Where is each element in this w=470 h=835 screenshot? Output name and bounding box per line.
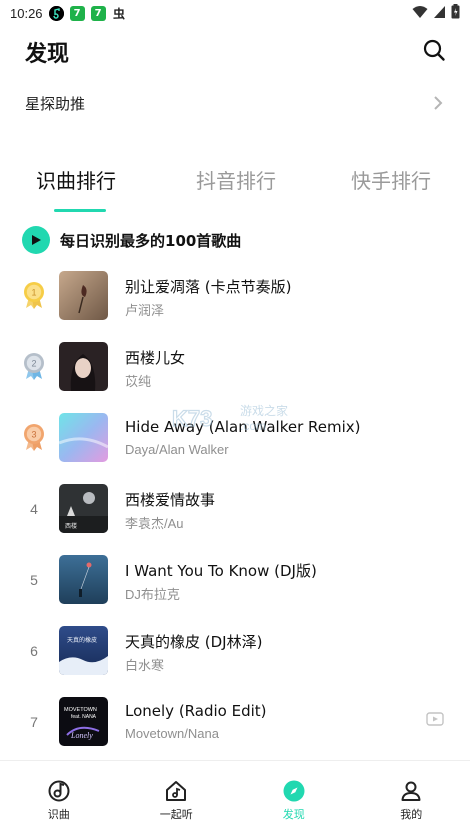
page-title: 发现 [25, 42, 70, 67]
bronze-medal-icon: 3 [24, 424, 44, 451]
svg-text:西楼: 西楼 [65, 522, 77, 530]
album-cover: MOVETOWN feat. NANA Lonely [59, 697, 108, 746]
mv-play-icon[interactable] [426, 712, 444, 726]
nav-label: 一起听 [159, 808, 193, 821]
rank-number: 5 [30, 572, 38, 588]
silver-medal-icon: 2 [24, 353, 44, 380]
song-title: Lonely (Radio Edit) [125, 702, 267, 720]
nav-item-listen-together[interactable]: 一起听 [118, 761, 236, 835]
song-artist: Daya/Alan Walker [125, 442, 229, 457]
album-cover [59, 555, 108, 604]
wifi-icon [412, 5, 428, 18]
song-artist: 李袁杰/Au [125, 516, 184, 531]
rank-number: 6 [30, 643, 38, 659]
svg-text:2: 2 [31, 359, 36, 369]
watermark-domain: .com [240, 419, 267, 433]
svg-text:MOVETOWN: MOVETOWN [64, 707, 97, 713]
svg-text:天真的橡皮: 天真的橡皮 [67, 636, 97, 644]
song-artist: 白水寒 [125, 658, 165, 673]
album-cover: 天真的橡皮 [59, 626, 108, 675]
watermark: K73 游戏之家 .com [172, 402, 288, 433]
status-time: 10:26 [10, 5, 43, 21]
song-artist: 苡纯 [125, 374, 152, 389]
album-cover [59, 413, 108, 462]
album-cover [59, 342, 108, 391]
song-row-2[interactable]: 2 西楼儿女 苡纯 [0, 331, 470, 402]
tab-kuaishou-ranking[interactable]: 快手排行 [351, 165, 431, 194]
song-title: 西楼爱情故事 [125, 491, 216, 509]
nav-label: 我的 [400, 808, 423, 821]
tab-douyin-ranking[interactable]: 抖音排行 [196, 165, 276, 194]
music-app-icon [48, 5, 64, 21]
song-artist: 卢润泽 [125, 303, 165, 318]
song-title: 别让爱凋落 (卡点节奏版) [125, 278, 292, 296]
svg-text:3: 3 [31, 430, 36, 440]
tab-bar: 识曲排行 抖音排行 快手排行 [0, 165, 470, 215]
search-button[interactable] [422, 38, 446, 62]
tab-shiqu-ranking[interactable]: 识曲排行 [36, 165, 116, 194]
chevron-right-icon [434, 96, 443, 110]
play-icon [22, 226, 50, 254]
nav-item-shiqu[interactable]: 识曲 [0, 761, 118, 835]
promo-row[interactable]: 星探助推 [0, 82, 470, 124]
status-bar: 10:26 7 7 虫 [0, 0, 470, 26]
song-row-1[interactable]: 1 别让爱凋落 (卡点节奏版) 卢润泽 [0, 260, 470, 331]
bottom-nav: 识曲 一起听 发现 我的 [0, 760, 470, 835]
svg-text:1: 1 [31, 288, 36, 298]
search-icon [423, 39, 445, 61]
svg-text:feat. NANA: feat. NANA [71, 714, 97, 720]
svg-text:K73: K73 [172, 406, 212, 431]
song-title: I Want You To Know (DJ版) [125, 562, 317, 580]
music-note-circle-icon [48, 780, 70, 802]
rank-number: 7 [30, 714, 38, 730]
nav-item-mine[interactable]: 我的 [353, 761, 470, 835]
seven-app-icon: 7 [69, 5, 85, 21]
promo-label: 星探助推 [25, 94, 86, 113]
song-list: 1 别让爱凋落 (卡点节奏版) 卢润泽 2 西楼儿女 苡纯 3 Hide Awa… [0, 260, 470, 757]
active-tab-indicator [54, 209, 106, 212]
song-title: 西楼儿女 [125, 349, 186, 367]
song-row-7[interactable]: 7 MOVETOWN feat. NANA Lonely Lonely (Rad… [0, 686, 470, 757]
header: 发现 [0, 30, 470, 70]
seven-app-icon: 7 [90, 5, 106, 21]
battery-icon [451, 4, 460, 19]
album-cover [59, 271, 108, 320]
song-title: 天真的橡皮 (DJ林泽) [125, 633, 263, 651]
play-all-label: 每日识别最多的100首歌曲 [60, 231, 242, 250]
play-all-button[interactable]: 每日识别最多的100首歌曲 [22, 226, 241, 254]
song-row-4[interactable]: 4 西楼 西楼爱情故事 李袁杰/Au [0, 473, 470, 544]
song-artist: Movetown/Nana [125, 726, 219, 741]
nav-label: 识曲 [47, 808, 70, 821]
gold-medal-icon: 1 [24, 282, 44, 309]
chinese-char-icon: 虫 [113, 6, 126, 21]
song-row-5[interactable]: 5 I Want You To Know (DJ版) DJ布拉克 [0, 544, 470, 615]
compass-icon [283, 780, 305, 802]
song-artist: DJ布拉克 [125, 587, 180, 602]
svg-text:Lonely: Lonely [70, 731, 93, 740]
nav-item-discover[interactable]: 发现 [235, 761, 353, 835]
song-row-6[interactable]: 6 天真的橡皮 天真的橡皮 (DJ林泽) 白水寒 [0, 615, 470, 686]
watermark-text: 游戏之家 [240, 404, 289, 418]
house-music-icon [166, 781, 187, 801]
rank-number: 4 [30, 501, 38, 517]
album-cover: 西楼 [59, 484, 108, 533]
signal-icon [434, 5, 445, 18]
person-icon [401, 781, 421, 801]
k73-logo-icon: K73 [172, 405, 213, 431]
nav-label: 发现 [282, 808, 305, 821]
